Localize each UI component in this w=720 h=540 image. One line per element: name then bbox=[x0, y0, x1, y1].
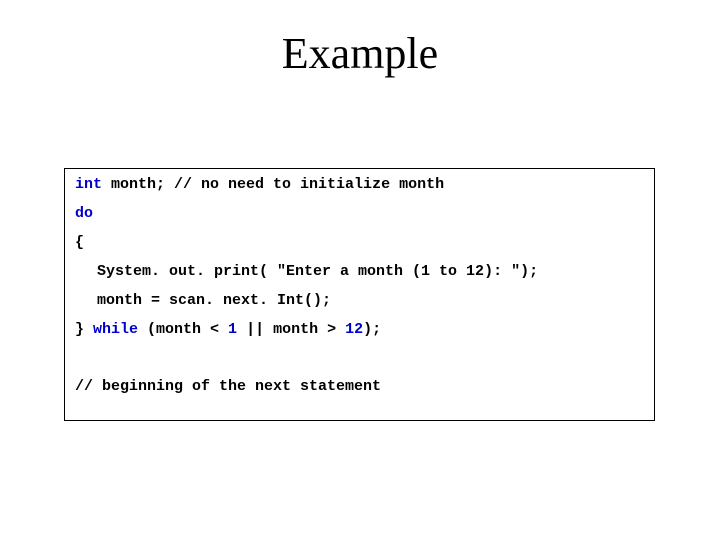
literal-1: 1 bbox=[228, 321, 237, 338]
code-comment: // no need to initialize month bbox=[174, 176, 444, 193]
code-example-box: int month; // no need to initialize mont… bbox=[64, 168, 655, 421]
code-text: month; bbox=[102, 176, 174, 193]
code-text: } bbox=[75, 321, 93, 338]
keyword-do: do bbox=[75, 205, 93, 222]
code-text: || month > bbox=[237, 321, 345, 338]
code-text: ); bbox=[363, 321, 381, 338]
code-line-5: month = scan. next. Int(); bbox=[75, 293, 644, 308]
keyword-int: int bbox=[75, 176, 102, 193]
blank-line bbox=[75, 351, 644, 365]
slide: Example int month; // no need to initial… bbox=[0, 0, 720, 540]
code-text: (month < bbox=[138, 321, 228, 338]
slide-title: Example bbox=[0, 28, 720, 79]
code-line-1: int month; // no need to initialize mont… bbox=[75, 177, 644, 192]
code-line-4: System. out. print( "Enter a month (1 to… bbox=[75, 264, 644, 279]
code-line-7: // beginning of the next statement bbox=[75, 379, 644, 394]
code-line-3: { bbox=[75, 235, 644, 250]
literal-12: 12 bbox=[345, 321, 363, 338]
keyword-while: while bbox=[93, 321, 138, 338]
code-line-2: do bbox=[75, 206, 644, 221]
code-line-6: } while (month < 1 || month > 12); bbox=[75, 322, 644, 337]
